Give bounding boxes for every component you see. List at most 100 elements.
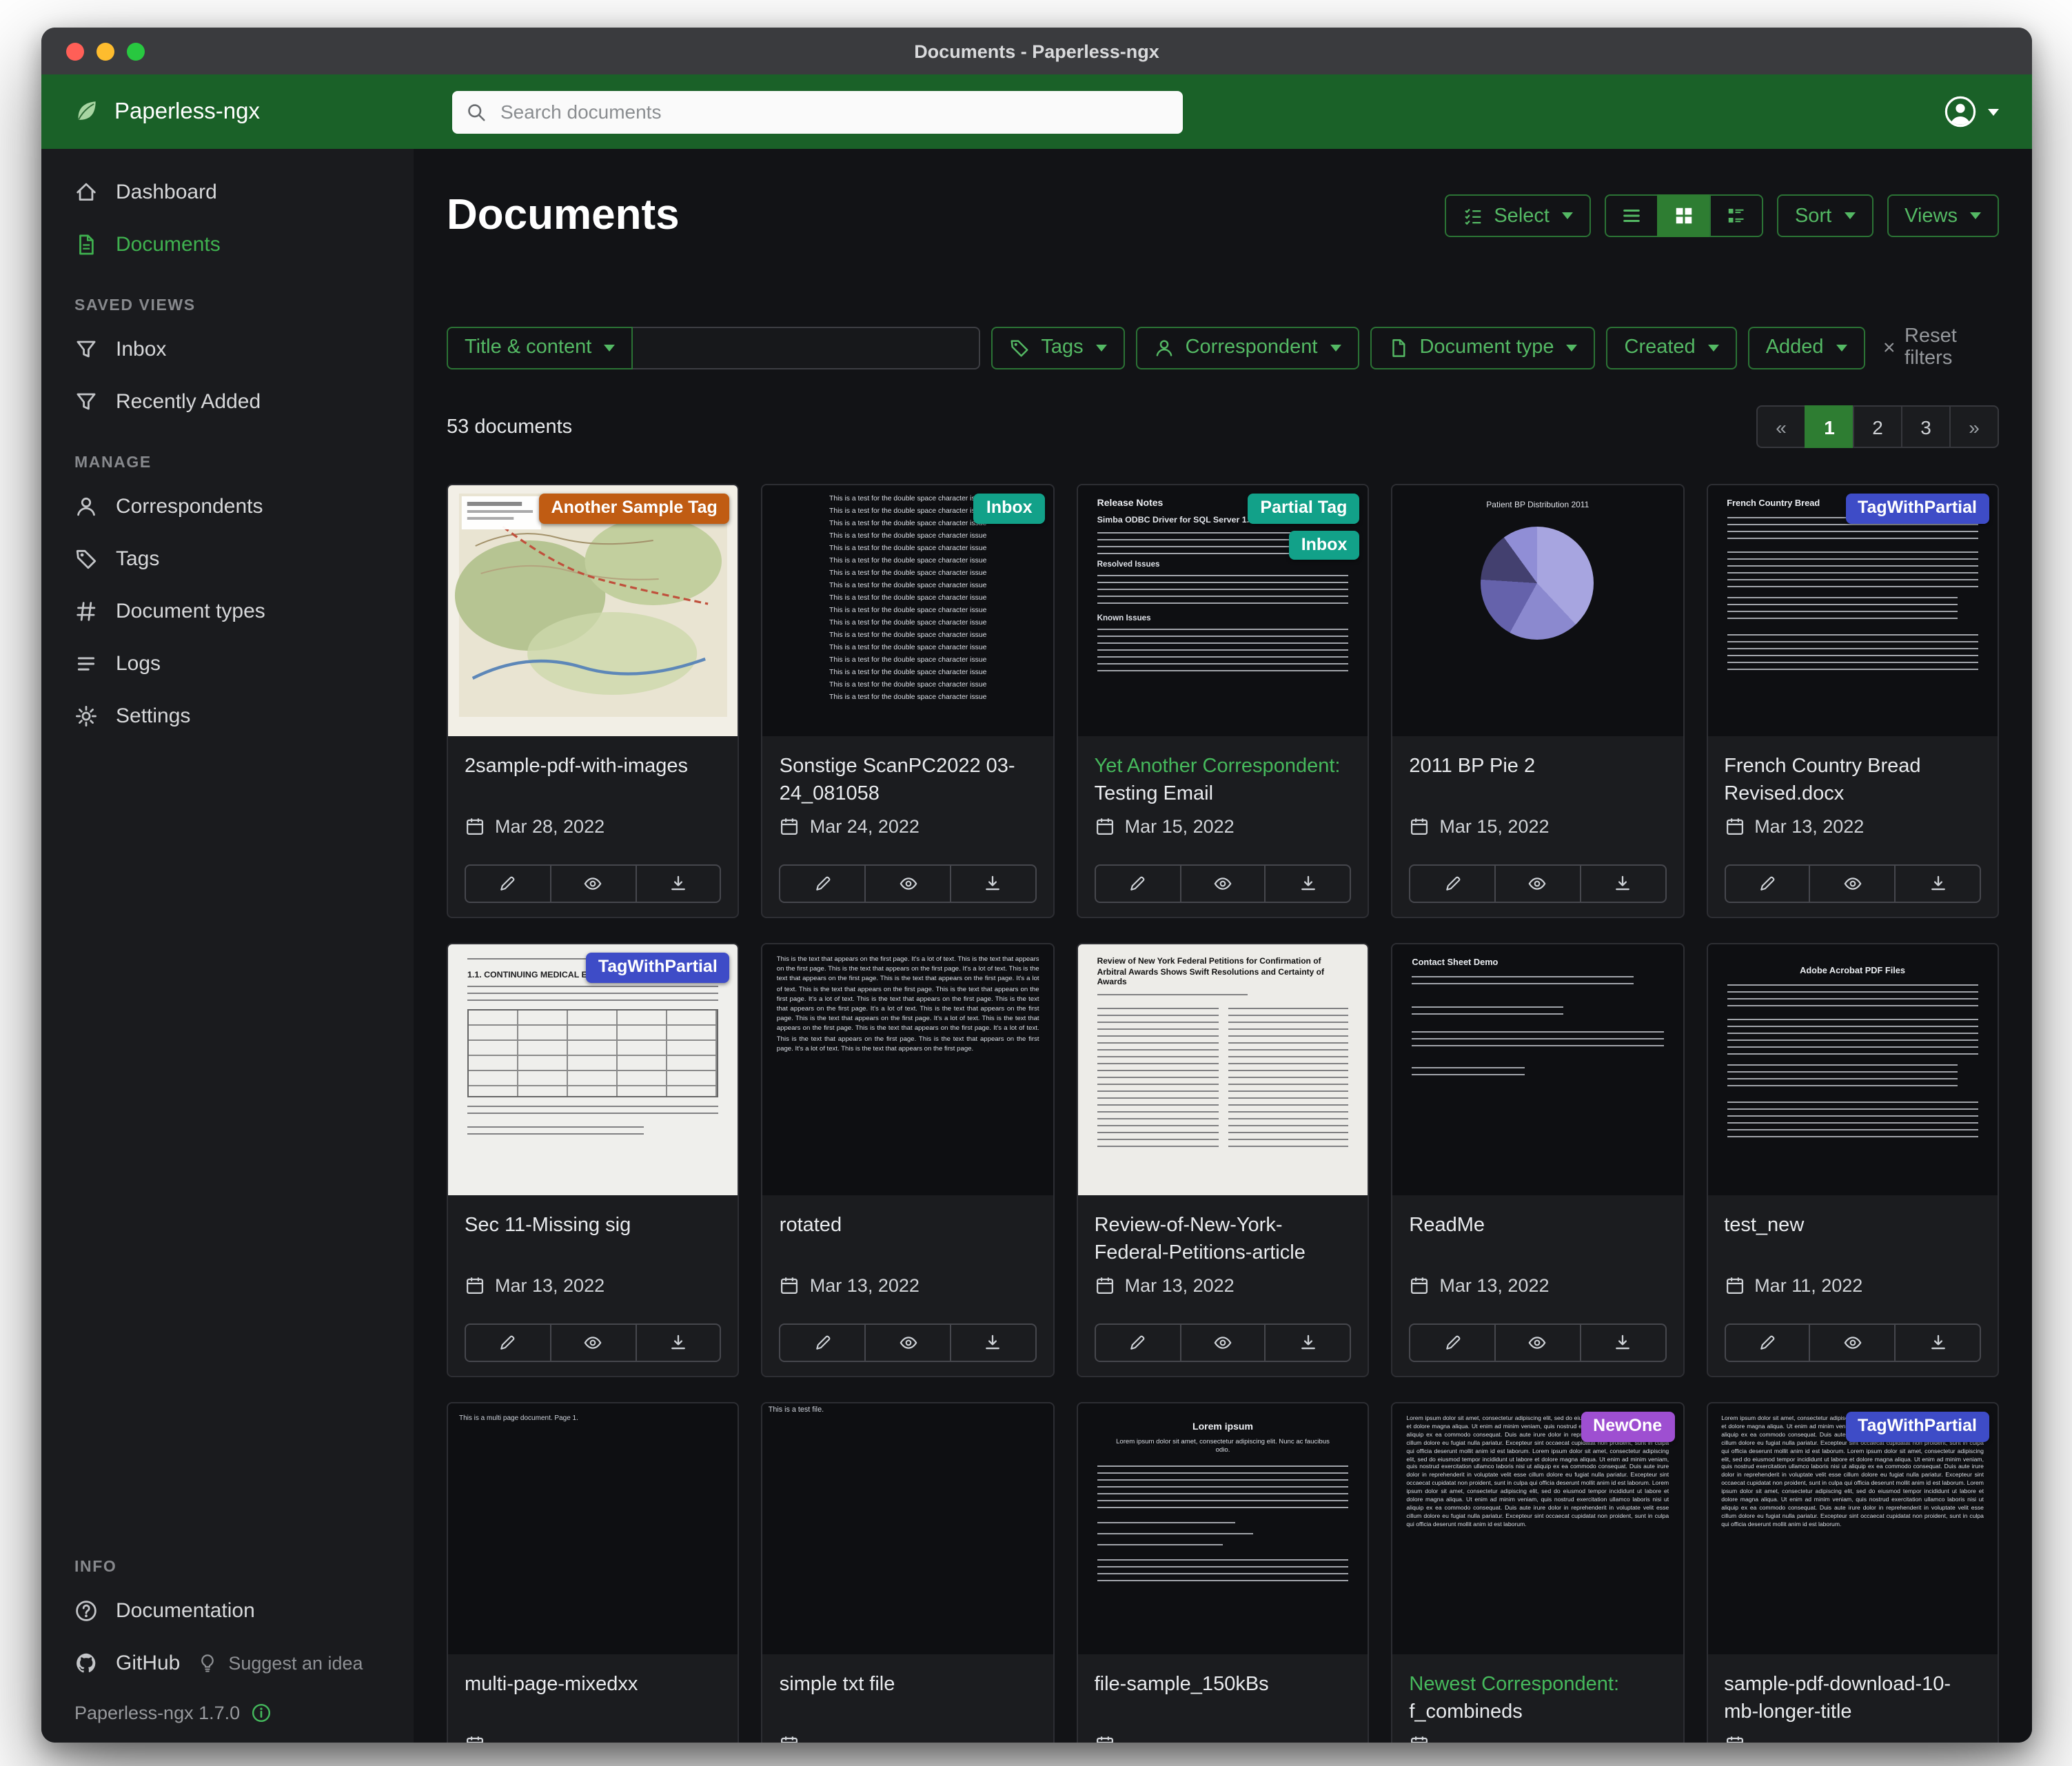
view-mode-grid-button[interactable] xyxy=(1657,194,1711,237)
view-document-button[interactable] xyxy=(864,864,951,903)
document-title[interactable]: French Country Bread Revised.docx xyxy=(1724,753,1981,811)
document-title[interactable]: multi-page-mixedxx xyxy=(465,1671,722,1729)
sidebar-item-tags[interactable]: Tags xyxy=(41,532,414,585)
tag-badge[interactable]: TagWithPartial xyxy=(1845,1412,1989,1441)
sidebar-item-documents[interactable]: Documents xyxy=(41,218,414,270)
user-menu[interactable] xyxy=(1944,95,1999,128)
pagination-page-button-3[interactable]: 3 xyxy=(1901,405,1951,448)
tag-badge[interactable]: Partial Tag xyxy=(1248,494,1359,523)
edit-document-button[interactable] xyxy=(1095,864,1181,903)
window-minimize-button[interactable] xyxy=(97,42,114,60)
sidebar-item-documentation[interactable]: Documentation xyxy=(41,1584,414,1636)
created-filter-button[interactable]: Created xyxy=(1607,326,1737,369)
info-icon[interactable] xyxy=(251,1703,272,1723)
pagination-page-button-1[interactable]: 1 xyxy=(1805,405,1854,448)
document-title[interactable]: test_new xyxy=(1724,1212,1981,1270)
sidebar-item-recently-added[interactable]: Recently Added xyxy=(41,375,414,427)
sidebar-item-settings[interactable]: Settings xyxy=(41,689,414,742)
document-card[interactable]: Adobe Acrobat PDF Filestest_newMar 11, 2… xyxy=(1706,943,1999,1377)
view-document-button[interactable] xyxy=(550,1323,637,1362)
sidebar-item-document-types[interactable]: Document types xyxy=(41,585,414,637)
document-card[interactable]: This is a test for the double space char… xyxy=(762,484,1055,918)
download-document-button[interactable] xyxy=(1894,1323,1981,1362)
view-mode-details-button[interactable] xyxy=(1709,194,1763,237)
edit-document-button[interactable] xyxy=(1724,1323,1811,1362)
document-title[interactable]: Yet Another Correspondent: Testing Email xyxy=(1095,753,1352,811)
pagination-prev-button[interactable]: « xyxy=(1756,405,1806,448)
document-title[interactable]: sample-pdf-download-10-mb-longer-title xyxy=(1724,1671,1981,1729)
tag-badge[interactable]: Inbox xyxy=(974,494,1045,523)
tags-filter-button[interactable]: Tags xyxy=(991,326,1124,369)
sidebar-item-logs[interactable]: Logs xyxy=(41,637,414,689)
sort-button[interactable]: Sort xyxy=(1777,194,1873,237)
view-document-button[interactable] xyxy=(1179,1323,1266,1362)
added-filter-button[interactable]: Added xyxy=(1748,326,1865,369)
sidebar-item-github[interactable]: GitHub xyxy=(41,1636,191,1689)
document-card[interactable]: This is a test file.simple txt file xyxy=(762,1402,1055,1743)
window-zoom-button[interactable] xyxy=(127,42,145,60)
document-card[interactable]: 1.1. CONTINUING MEDICAL EDUCATagWithPart… xyxy=(447,943,740,1377)
document-type-filter-button[interactable]: Document type xyxy=(1370,326,1595,369)
document-card[interactable]: Another Sample Tag 2sample-pdf-with-image… xyxy=(447,484,740,918)
document-title[interactable]: Sonstige ScanPC2022 03-24_081058 xyxy=(780,753,1037,811)
search-input[interactable] xyxy=(498,99,1169,124)
document-card[interactable]: This is the text that appears on the fir… xyxy=(762,943,1055,1377)
view-document-button[interactable] xyxy=(1809,864,1896,903)
view-document-button[interactable] xyxy=(1809,1323,1896,1362)
edit-document-button[interactable] xyxy=(465,864,551,903)
view-document-button[interactable] xyxy=(550,864,637,903)
sidebar-item-suggest-idea[interactable]: Suggest an idea xyxy=(191,1636,374,1689)
document-title[interactable]: Newest Correspondent: f_combineds xyxy=(1409,1671,1666,1729)
view-document-button[interactable] xyxy=(1179,864,1266,903)
document-title[interactable]: file-sample_150kBs xyxy=(1095,1671,1352,1729)
search-bar[interactable] xyxy=(452,90,1183,133)
document-title[interactable]: rotated xyxy=(780,1212,1037,1270)
view-document-button[interactable] xyxy=(864,1323,951,1362)
edit-document-button[interactable] xyxy=(780,864,866,903)
download-document-button[interactable] xyxy=(635,864,722,903)
tag-badge[interactable]: TagWithPartial xyxy=(1845,494,1989,523)
document-card[interactable]: This is a multi page document. Page 1.mu… xyxy=(447,1402,740,1743)
tag-badge[interactable]: Inbox xyxy=(1289,530,1360,560)
edit-document-button[interactable] xyxy=(1095,1323,1181,1362)
edit-document-button[interactable] xyxy=(1724,864,1811,903)
edit-document-button[interactable] xyxy=(1409,864,1496,903)
document-card[interactable]: Lorem ipsum dolor sit amet, consectetur … xyxy=(1391,1402,1684,1743)
sidebar-item-correspondents[interactable]: Correspondents xyxy=(41,480,414,532)
document-card[interactable]: French Country BreadTagWithPartialFrench… xyxy=(1706,484,1999,918)
title-content-filter-button[interactable]: Title & content xyxy=(447,326,633,369)
tag-badge[interactable]: TagWithPartial xyxy=(586,953,730,982)
document-title[interactable]: ReadMe xyxy=(1409,1212,1666,1270)
document-title[interactable]: simple txt file xyxy=(780,1671,1037,1729)
document-title[interactable]: 2011 BP Pie 2 xyxy=(1409,753,1666,811)
download-document-button[interactable] xyxy=(950,864,1037,903)
document-card[interactable]: Patient BP Distribution 20112011 BP Pie … xyxy=(1391,484,1684,918)
edit-document-button[interactable] xyxy=(780,1323,866,1362)
download-document-button[interactable] xyxy=(635,1323,722,1362)
sidebar-item-inbox[interactable]: Inbox xyxy=(41,323,414,375)
document-title[interactable]: Review-of-New-York-Federal-Petitions-art… xyxy=(1095,1212,1352,1270)
sidebar-item-dashboard[interactable]: Dashboard xyxy=(41,165,414,218)
download-document-button[interactable] xyxy=(950,1323,1037,1362)
download-document-button[interactable] xyxy=(1580,864,1667,903)
document-card[interactable]: Lorem ipsum dolor sit amet, consectetur … xyxy=(1706,1402,1999,1743)
document-card[interactable]: Review of New York Federal Petitions for… xyxy=(1077,943,1370,1377)
pagination-next-button[interactable]: » xyxy=(1949,405,1999,448)
document-card[interactable]: Contact Sheet DemoReadMeMar 13, 2022 xyxy=(1391,943,1684,1377)
download-document-button[interactable] xyxy=(1265,1323,1352,1362)
document-title[interactable]: 2sample-pdf-with-images xyxy=(465,753,722,811)
tag-badge[interactable]: NewOne xyxy=(1581,1412,1674,1441)
tag-badge[interactable]: Another Sample Tag xyxy=(539,494,730,523)
download-document-button[interactable] xyxy=(1580,1323,1667,1362)
title-content-filter-input[interactable] xyxy=(633,326,980,369)
correspondent-filter-button[interactable]: Correspondent xyxy=(1136,326,1359,369)
edit-document-button[interactable] xyxy=(465,1323,551,1362)
reset-filters-button[interactable]: Reset filters xyxy=(1882,325,1999,369)
views-button[interactable]: Views xyxy=(1887,194,1999,237)
app-logo[interactable]: Paperless-ngx xyxy=(41,97,414,126)
download-document-button[interactable] xyxy=(1894,864,1981,903)
view-document-button[interactable] xyxy=(1494,864,1581,903)
edit-document-button[interactable] xyxy=(1409,1323,1496,1362)
select-button[interactable]: Select xyxy=(1444,194,1591,237)
document-card[interactable]: Release NotesSimba ODBC Driver for SQL S… xyxy=(1077,484,1370,918)
